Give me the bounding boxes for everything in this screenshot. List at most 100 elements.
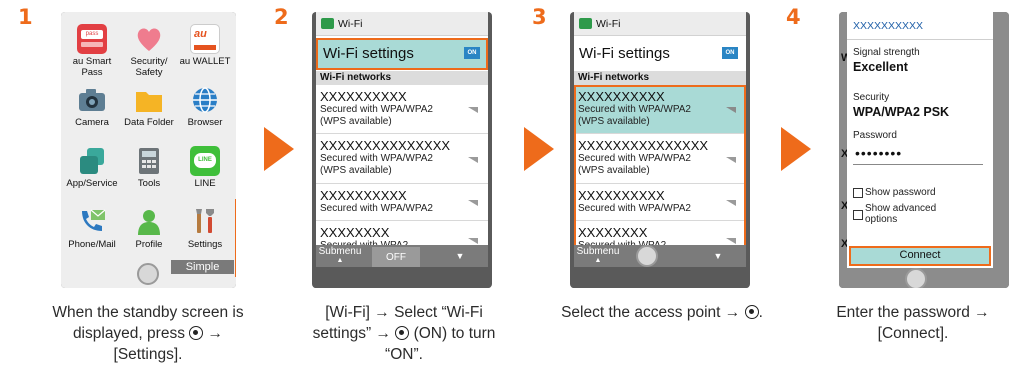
line-icon: LINE — [190, 146, 220, 176]
heart-shield-icon — [134, 24, 164, 54]
down-arrow-icon: ▼ — [713, 251, 723, 261]
center-key[interactable] — [905, 268, 927, 288]
center-key[interactable] — [636, 245, 658, 267]
phone-home-screen: pass au Smart Pass Security/ Safety au a… — [61, 12, 236, 288]
app-label: App/Service — [66, 178, 118, 189]
app-app-service[interactable]: App/Service — [65, 146, 119, 190]
app-au-smart-pass[interactable]: pass au Smart Pass — [65, 24, 119, 78]
security-label: Security — [853, 92, 890, 103]
caption-line: [Wi-Fi] → Select “Wi-Fi — [325, 304, 483, 321]
step-1-caption: When the standby screen is displayed, pr… — [30, 302, 266, 365]
wifi-title-bar: Wi-Fi — [316, 12, 488, 36]
wifi-networks-header: Wi-Fi networks — [316, 71, 488, 85]
app-camera[interactable]: Camera — [65, 85, 119, 129]
up-arrow-icon: ▲ — [336, 257, 344, 264]
app-data-folder[interactable]: Data Folder — [122, 85, 176, 129]
center-key-icon — [744, 305, 759, 319]
home-grid: pass au Smart Pass Security/ Safety au a… — [61, 12, 236, 288]
wallet-icon: au — [190, 24, 220, 54]
dialog-title-ssid: XXXXXXXXXX — [853, 20, 924, 32]
app-label: Camera — [75, 117, 109, 128]
on-badge[interactable]: ON — [464, 47, 480, 59]
app-profile[interactable]: Profile — [122, 207, 176, 251]
phone-wifi-off: Wi-Fi Wi-Fi settings ON Wi-Fi networks X… — [312, 12, 492, 288]
app-au-wallet[interactable]: au au WALLET — [178, 24, 232, 68]
show-advanced-checkbox[interactable] — [853, 210, 863, 220]
submenu-label: Submenu — [318, 246, 362, 257]
calculator-icon — [134, 146, 164, 176]
network-security: Secured with WPA/WPA2 — [320, 104, 433, 115]
caption-line: [Settings]. — [113, 346, 183, 363]
network-wps: (WPS available) — [578, 115, 650, 127]
network-ssid: XXXXXXXXXXXXXXX — [320, 138, 451, 153]
wifi-settings-toggle-row[interactable]: Wi-Fi settings ON — [574, 38, 746, 70]
app-label: Phone/Mail — [68, 239, 116, 250]
up-arrow-icon: ▲ — [594, 257, 602, 264]
apps-icon — [77, 146, 107, 176]
network-security: Secured with WPA/WPA2 — [578, 153, 691, 164]
network-item[interactable]: XXXXXXXXXXXXXXX Secured with WPA/WPA2 (W… — [316, 134, 488, 184]
app-label: au Smart Pass — [72, 56, 112, 78]
soft-key-bar: Submenu ▲ OFF ▼ — [316, 245, 488, 267]
password-label: Password — [853, 130, 897, 141]
network-ssid: XXXXXXXX — [320, 225, 390, 240]
password-input[interactable]: •••••••• — [855, 145, 902, 161]
submenu-label: Submenu — [576, 246, 620, 257]
app-tools[interactable]: Tools — [122, 146, 176, 190]
app-line[interactable]: LINE LINE — [178, 146, 232, 190]
caption-line: When the standby screen is — [52, 304, 244, 321]
network-ssid: XXXXXXXXXX — [578, 89, 665, 104]
step-4-caption: Enter the password → [Connect]. — [808, 302, 1018, 344]
on-badge[interactable]: ON — [722, 47, 738, 59]
submenu-softkey[interactable]: Submenu ▲ — [574, 245, 622, 267]
app-browser[interactable]: Browser — [178, 85, 232, 129]
wifi-signal-icon — [468, 107, 478, 113]
smart-pass-icon: pass — [77, 24, 107, 54]
wifi-signal-icon — [468, 237, 478, 244]
app-phone-mail[interactable]: Phone/Mail — [65, 207, 119, 251]
wifi-signal-icon — [726, 238, 736, 244]
next-arrow-2 — [524, 127, 554, 171]
wifi-app-icon — [579, 18, 592, 29]
wifi-signal-icon — [726, 156, 736, 163]
next-arrow-1 — [264, 127, 294, 171]
show-password-checkbox[interactable] — [853, 188, 863, 198]
network-item[interactable]: XXXXXXXXXX Secured with WPA/WPA2 — [316, 184, 488, 221]
app-security-safety[interactable]: Security/ Safety — [122, 24, 176, 78]
network-ssid: XXXXXXXXXXXXXXX — [578, 138, 709, 153]
off-softkey[interactable]: OFF — [372, 247, 420, 267]
down-softkey[interactable]: ▼ — [436, 245, 484, 267]
network-wps: (WPS available) — [320, 115, 392, 127]
connect-dialog: XXXXXXXXXX Signal strength Excellent Sec… — [847, 12, 993, 268]
phone-bezel-bottom — [312, 287, 492, 288]
app-label: Browser — [187, 117, 223, 128]
show-advanced-label: Show advanced options — [865, 203, 937, 225]
app-label: Data Folder — [124, 117, 174, 128]
app-label: LINE — [194, 178, 216, 189]
password-underline — [853, 164, 983, 165]
network-item-selected[interactable]: XXXXXXXXXX Secured with WPA/WPA2 (WPS av… — [574, 85, 746, 134]
connect-button[interactable]: Connect — [849, 246, 991, 266]
step-number-2: 2 — [274, 5, 289, 29]
app-settings[interactable]: Settings — [178, 207, 232, 251]
wifi-settings-toggle-row[interactable]: Wi-Fi settings ON — [316, 38, 488, 70]
dialog-divider — [847, 39, 993, 40]
wifi-settings-label: Wi-Fi settings — [579, 45, 670, 62]
network-ssid: XXXXXXXXXX — [320, 89, 407, 104]
step-number-3: 3 — [532, 5, 547, 29]
down-softkey[interactable]: ▼ — [694, 245, 742, 267]
folder-icon — [134, 85, 164, 115]
off-label: OFF — [386, 252, 406, 263]
simple-mode-label[interactable]: Simple — [171, 260, 234, 274]
security-value: WPA/WPA2 PSK — [853, 105, 950, 119]
wifi-screen: Wi-Fi Wi-Fi settings ON Wi-Fi networks X… — [574, 12, 746, 267]
network-wps: (WPS available) — [320, 164, 392, 176]
network-item[interactable]: XXXXXXXXXX Secured with WPA/WPA2 (WPS av… — [316, 85, 488, 134]
screen-title: Wi-Fi — [338, 18, 363, 30]
network-item[interactable]: XXXXXXXXXX Secured with WPA/WPA2 — [574, 184, 746, 221]
submenu-softkey[interactable]: Submenu ▲ — [316, 245, 364, 267]
center-key[interactable] — [137, 263, 159, 285]
phone-wifi-select: Wi-Fi Wi-Fi settings ON Wi-Fi networks X… — [570, 12, 750, 288]
network-item[interactable]: XXXXXXXXXXXXXXX Secured with WPA/WPA2 (W… — [574, 134, 746, 184]
caption-line: “ON”. — [385, 346, 423, 363]
